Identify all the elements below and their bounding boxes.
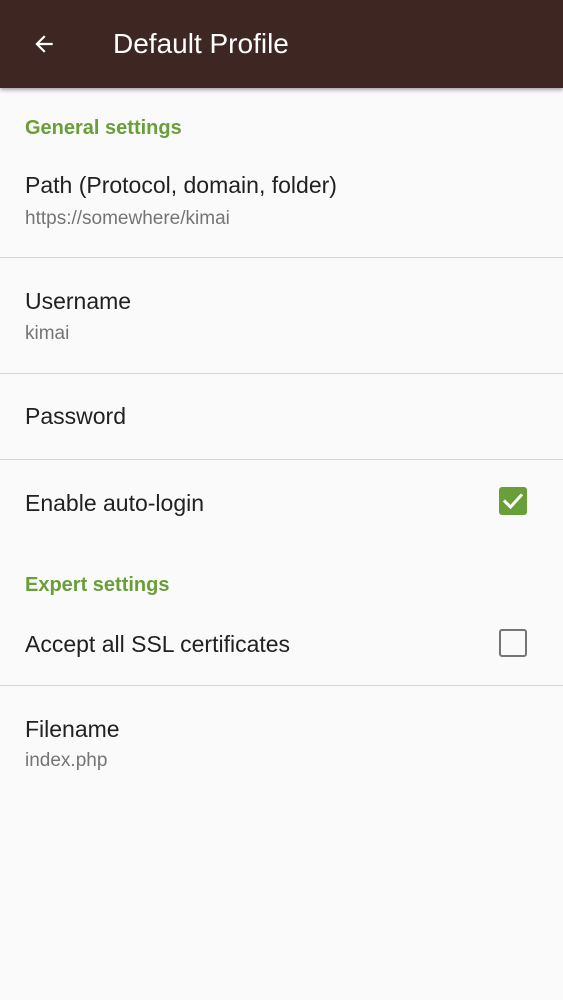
preference-path-title: Path (Protocol, domain, folder) bbox=[25, 172, 337, 198]
preference-username-title: Username bbox=[25, 288, 132, 314]
preference-ssl[interactable]: Accept all SSL certificates bbox=[0, 608, 563, 685]
section-header-expert: Expert settings bbox=[25, 574, 170, 596]
preference-path-summary: https://somewhere/kimai bbox=[25, 208, 230, 229]
auto-login-checkbox[interactable] bbox=[499, 487, 527, 515]
arrow-back-icon bbox=[35, 35, 53, 53]
preferences-list: General settings Path (Protocol, domain,… bbox=[0, 88, 563, 1000]
ssl-checkbox[interactable] bbox=[499, 629, 527, 657]
settings-screen: Default Profile General settings Path (P… bbox=[0, 0, 563, 1000]
preference-username-summary: kimai bbox=[25, 323, 70, 344]
preference-auto-login-title: Enable auto-login bbox=[25, 490, 205, 516]
check-icon bbox=[502, 493, 524, 510]
preference-username[interactable]: Username kimai bbox=[0, 258, 563, 373]
preference-password-title: Password bbox=[25, 403, 126, 429]
preference-path[interactable]: Path (Protocol, domain, folder) https://… bbox=[0, 158, 563, 258]
section-header-general: General settings bbox=[25, 117, 182, 139]
preference-ssl-title: Accept all SSL certificates bbox=[25, 631, 291, 657]
preference-password[interactable]: Password bbox=[0, 374, 563, 459]
page-title: Default Profile bbox=[113, 28, 289, 59]
preference-filename[interactable]: Filename index.php bbox=[0, 686, 563, 796]
preference-filename-title: Filename bbox=[25, 716, 120, 742]
preference-filename-summary: index.php bbox=[25, 750, 108, 771]
app-bar: Default Profile bbox=[0, 0, 563, 88]
back-button[interactable] bbox=[20, 24, 68, 64]
preference-auto-login[interactable]: Enable auto-login bbox=[0, 460, 563, 540]
